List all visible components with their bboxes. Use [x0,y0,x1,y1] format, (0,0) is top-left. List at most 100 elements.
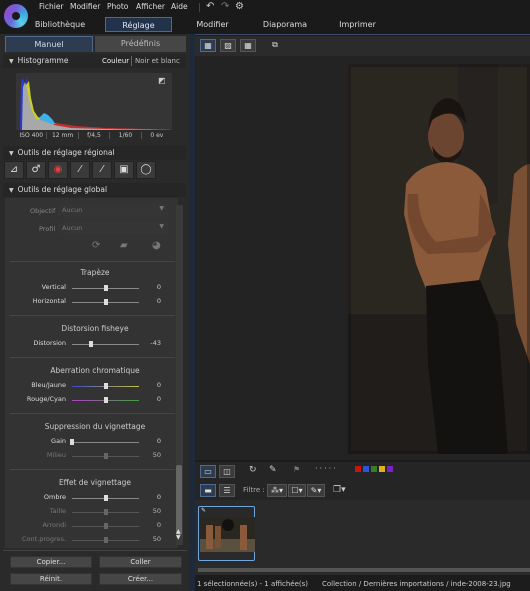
compare-icon[interactable]: ◫ [219,465,235,478]
second-screen-icon[interactable]: ⧉ [267,39,283,52]
scrollbar-thumb[interactable] [176,465,182,535]
subtab-manuel[interactable]: Manuel [5,36,93,52]
histogram-mode-bw[interactable]: Noir et blanc [135,57,180,65]
slider-value: 0 [156,521,161,529]
menu-fichier[interactable]: Fichier [39,2,64,11]
tab-diaporama[interactable]: Diaporama [260,17,310,32]
slider-track[interactable] [72,344,139,345]
filter-flag-dropdown[interactable]: ⁂▾ [267,484,287,497]
filmstrip-thumbnail[interactable]: ✎ [198,506,255,561]
color-label-swatch[interactable] [387,466,393,472]
view-toolbar: ▦ ▨ ▦ ⧉ [195,36,530,56]
slider-handle[interactable] [103,509,108,515]
copy-button[interactable]: Copier... [10,556,92,568]
slider-value: -43 [150,339,161,347]
slider-label: Ombre [43,493,66,501]
edited-pencil-icon: ✎ [201,507,207,514]
clipping-warning-icon[interactable]: ◩ [158,76,166,85]
histogram-mode-color[interactable]: Couleur [102,57,129,65]
histogram-gray [22,82,172,130]
rotate-icon[interactable]: ↻ [249,465,257,475]
tab-imprimer[interactable]: Imprimer [335,17,380,32]
section-divider [10,315,175,316]
tab-modifier[interactable]: Modifier [190,17,235,32]
spot-removal-icon[interactable]: ♂ [26,161,46,179]
gear-icon[interactable]: ⚙ [235,1,244,12]
filmstrip-scrollbar[interactable] [198,568,530,572]
menu-afficher[interactable]: Afficher [136,2,165,11]
slider-label: Distorsion [33,339,66,347]
list-view-icon[interactable]: ☰ [219,484,235,497]
slider-handle[interactable] [70,439,74,445]
chevron-down-icon: ▼ [159,223,164,230]
slider-value: 0 [156,395,161,403]
undo-icon[interactable]: ↶ [206,1,214,12]
scroll-arrows-icon[interactable]: ▲ ▼ [176,529,181,541]
tab-reglage[interactable]: Réglage [105,17,172,32]
slider-value: 0 [156,297,161,305]
exif-aperture: f/4,5 [79,131,111,139]
color-label-swatch[interactable] [355,466,361,472]
main-photo[interactable] [348,64,530,454]
create-button[interactable]: Créer... [99,573,182,585]
reset-button[interactable]: Réinit. [10,573,92,585]
redo-icon[interactable]: ↷ [221,1,229,12]
section-divider [10,413,175,414]
global-tools-header[interactable]: ▼ Outils de réglage global [3,183,186,197]
filter-rating-dropdown[interactable]: ☐▾ [288,484,306,497]
sync-icon[interactable]: ⟳ [92,240,100,251]
collapse-triangle-icon: ▼ [9,150,14,157]
paste-button[interactable]: Coller [99,556,182,568]
selection-count: 1 sélectionnée(s) - 1 affichée(s) [197,580,309,588]
slider-label: Rouge/Cyan [26,395,66,403]
brush-icon[interactable]: ⁄ [70,161,90,179]
slider-track[interactable] [72,442,139,443]
exif-shutter: 1/60 [110,131,142,139]
filmstrip-view-icon[interactable]: ▬ [200,484,216,497]
flag-icon[interactable]: ⚑ [293,465,300,474]
regional-tools-title: Outils de réglage régional [17,148,115,157]
tab-bibliotheque[interactable]: Bibliothèque [30,17,90,32]
slider-handle[interactable] [103,523,108,529]
slider-handle[interactable] [103,537,108,543]
rating-dots[interactable]: ····· [315,464,338,473]
red-eye-icon[interactable]: ◉ [48,161,68,179]
single-image-icon[interactable]: ▭ [200,465,216,478]
eraser-brush-icon[interactable]: ⁄ [92,161,112,179]
thumb-person-1 [206,525,213,549]
section-divider [10,469,175,470]
color-label-swatch[interactable] [371,466,377,472]
menu-aide[interactable]: Aide [171,2,188,11]
slider-handle[interactable] [103,397,108,403]
radial-mask-icon[interactable]: ◯ [136,161,156,179]
slider-handle[interactable] [103,453,108,459]
objectif-dropdown[interactable]: Aucun ▼ [58,204,168,216]
stack-icon[interactable]: ❐▾ [333,485,346,495]
slider-handle[interactable] [89,341,94,347]
fullscreen-view-icon[interactable]: ▨ [220,39,236,52]
slider-handle[interactable] [103,383,108,389]
crop-icon[interactable]: ⊿ [4,161,24,179]
subtab-predefinis[interactable]: Prédéfinis [95,36,186,52]
histogram-graph: ◩ [16,73,172,130]
color-label-swatch[interactable] [379,466,385,472]
gradient-mask-icon[interactable]: ▣ [114,161,134,179]
edit-pen-icon[interactable]: ✎ [269,465,277,475]
grid-view-icon[interactable]: ▦ [240,39,256,52]
slider-label: Cont.progres. [22,535,66,543]
slider-group-title: Effet de vignettage [58,478,132,487]
menu-modifier[interactable]: Modifier [70,2,100,11]
menu-photo[interactable]: Photo [107,2,128,11]
slider-handle[interactable] [103,285,108,291]
profil-dropdown[interactable]: Aucun ▼ [58,222,168,234]
filter-edit-dropdown[interactable]: ✎▾ [307,484,325,497]
slider-label: Taille [49,507,66,515]
regional-tools-header[interactable]: ▼ Outils de réglage régional [3,146,186,160]
color-label-swatch[interactable] [363,466,369,472]
filmstrip-toolbar: ▬ ☰ Filtre : ⁂▾ ☐▾ ✎▾ ❐▾ [195,482,530,500]
camera-profile-icon[interactable]: ◕ [152,240,161,251]
slider-handle[interactable] [103,299,108,305]
single-view-icon[interactable]: ▦ [200,39,216,52]
slider-handle[interactable] [103,495,108,501]
load-folder-icon[interactable]: ▰ [120,240,128,251]
